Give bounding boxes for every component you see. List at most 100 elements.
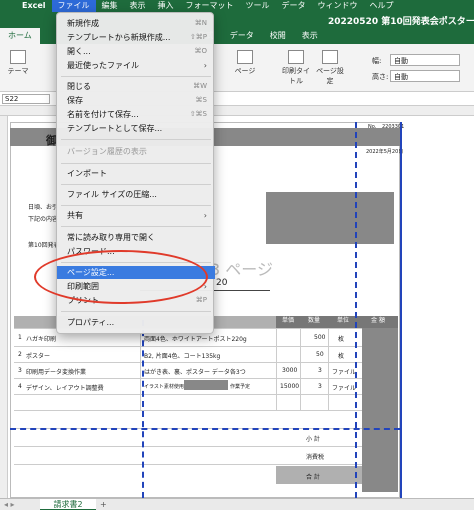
menu-item-save-as[interactable]: 名前を付けて保存... ⇧⌘S: [57, 108, 215, 121]
page-icon: [237, 50, 253, 64]
annotation-circle: [34, 250, 208, 304]
row4-redaction: [184, 380, 228, 390]
menu-app-excel[interactable]: Excel: [16, 0, 52, 12]
menu-item-recent[interactable]: 最近使ったファイル ›: [57, 59, 215, 72]
menu-item-save-as-template[interactable]: テンプレートとして保存...: [57, 122, 215, 135]
event-cell: 第10回発表: [28, 242, 60, 249]
menu-item-properties[interactable]: プロパティ...: [57, 316, 215, 329]
menu-item-label: 開く...: [67, 47, 91, 56]
sheet-nav-icon[interactable]: ◂ ▸: [4, 499, 15, 510]
header-price: 単価: [276, 316, 300, 328]
menu-window[interactable]: ウィンドウ: [312, 0, 364, 12]
height-label: 高さ:: [372, 73, 389, 81]
page-break-v2: [355, 122, 357, 498]
row2-qty: 50: [316, 351, 324, 358]
width-select[interactable]: 自動: [390, 54, 460, 66]
document-title: 20220520 第10回発表会ポスター: [328, 17, 474, 27]
shortcut-label: ⇧⌘P: [189, 33, 207, 41]
sheet-tab-invoice2[interactable]: 請求書2: [40, 499, 96, 510]
tab-view[interactable]: 表示: [294, 28, 326, 44]
row4-desc2: 作業予定: [230, 384, 251, 390]
row1-desc: 両面4色、ホワイトアートポスト220g: [144, 336, 247, 343]
menu-help[interactable]: ヘルプ: [364, 0, 400, 12]
row3-unit: ファイル: [332, 369, 357, 376]
page-label: ページ: [234, 67, 256, 75]
menu-format[interactable]: フォーマット: [180, 0, 240, 12]
row-line: [14, 410, 362, 411]
menu-insert[interactable]: 挿入: [152, 0, 180, 12]
tab-home[interactable]: ホーム: [0, 28, 40, 44]
menu-item-open[interactable]: 開く... ⌘O: [57, 45, 215, 58]
menu-separator: [61, 163, 211, 164]
page-break-button[interactable]: ページ: [230, 50, 260, 76]
menu-data[interactable]: データ: [276, 0, 312, 12]
text-line-1: 日頃、お引: [28, 204, 59, 211]
add-sheet-button[interactable]: +: [100, 499, 107, 510]
menu-item-new-from-template[interactable]: テンプレートから新規作成... ⇧⌘P: [57, 31, 215, 44]
row1-qty: 500: [314, 334, 326, 341]
menu-item-version-history: バージョン履歴の表示: [57, 145, 215, 158]
page-border-right: [400, 122, 402, 498]
menu-item-read-only[interactable]: 常に読み取り専用で開く: [57, 231, 215, 244]
shortcut-label: ⌘P: [195, 296, 207, 304]
menu-item-label: ファイル サイズの圧縮...: [67, 190, 157, 199]
row4-no: 4: [18, 383, 22, 390]
page-setup-button[interactable]: ページ設定: [316, 50, 344, 86]
amount-cell: 20: [216, 278, 228, 288]
row-headers: [0, 116, 8, 498]
row-line: [14, 446, 362, 447]
themes-icon: [10, 50, 26, 64]
page-break-v1: [142, 320, 144, 498]
row1-item: ハガキ印刷: [26, 336, 57, 343]
menu-item-import[interactable]: インポート: [57, 167, 215, 180]
name-box[interactable]: S22: [2, 94, 50, 104]
row-line: [14, 394, 362, 395]
menu-view[interactable]: 表示: [124, 0, 152, 12]
tab-review[interactable]: 校閲: [262, 28, 294, 44]
print-titles-button[interactable]: 印刷タイトル: [282, 50, 310, 86]
menu-item-label: 名前を付けて保存...: [67, 110, 139, 119]
menu-edit[interactable]: 編集: [96, 0, 124, 12]
menu-item-label: 保存: [67, 96, 83, 105]
menu-separator: [61, 76, 211, 77]
shortcut-label: ⇧⌘S: [189, 110, 207, 118]
row-line: [14, 464, 362, 465]
menu-bar: Excel ファイル 編集 表示 挿入 フォーマット ツール データ ウィンドウ…: [0, 0, 474, 12]
row2-no: 2: [18, 351, 22, 358]
row4-item: デザイン、レイアウト調整費: [26, 385, 104, 392]
page-setup-label: ページ設定: [316, 67, 344, 85]
menu-item-label: 共有: [67, 211, 83, 220]
row1-no: 1: [18, 334, 22, 341]
col-line: [276, 328, 277, 410]
menu-file[interactable]: ファイル: [51, 0, 96, 12]
menu-item-label: 最近使ったファイル: [67, 61, 139, 70]
row-line: [14, 378, 362, 379]
text-line-2: 下記の内容: [28, 216, 59, 223]
menu-item-close[interactable]: 閉じる ⌘W: [57, 80, 215, 93]
menu-item-compress[interactable]: ファイル サイズの圧縮...: [57, 188, 215, 201]
col-line: [328, 328, 329, 410]
height-select[interactable]: 自動: [390, 70, 460, 82]
shortcut-label: ⌘O: [194, 47, 207, 55]
page-watermark: 3 ページ: [210, 260, 273, 279]
row2-desc: B2, 片面4色、コート135kg: [144, 353, 221, 360]
themes-label: テーマ: [7, 67, 29, 75]
row2-item: ポスター: [26, 353, 51, 360]
menu-item-new[interactable]: 新規作成 ⌘N: [57, 17, 215, 30]
amount-column: [362, 328, 398, 492]
menu-item-save[interactable]: 保存 ⌘S: [57, 94, 215, 107]
header-qty: 数量: [300, 316, 328, 328]
row3-no: 3: [18, 367, 22, 374]
sheet-tab-bar: ◂ ▸ 請求書2 +: [0, 498, 474, 510]
row4-desc: イラスト素材使用料: [144, 384, 189, 390]
tab-data[interactable]: データ: [222, 28, 262, 44]
menu-item-label: テンプレートから新規作成...: [67, 33, 171, 42]
menu-tools[interactable]: ツール: [240, 0, 276, 12]
chevron-right-icon: ›: [203, 211, 207, 220]
menu-item-share[interactable]: 共有 ›: [57, 209, 215, 222]
chevron-right-icon: ›: [203, 61, 207, 70]
col-line: [300, 328, 301, 410]
themes-button[interactable]: テーマ: [6, 50, 30, 76]
row1-unit: 枚: [338, 336, 345, 343]
date-cell: 2022年5月20日: [366, 149, 404, 155]
